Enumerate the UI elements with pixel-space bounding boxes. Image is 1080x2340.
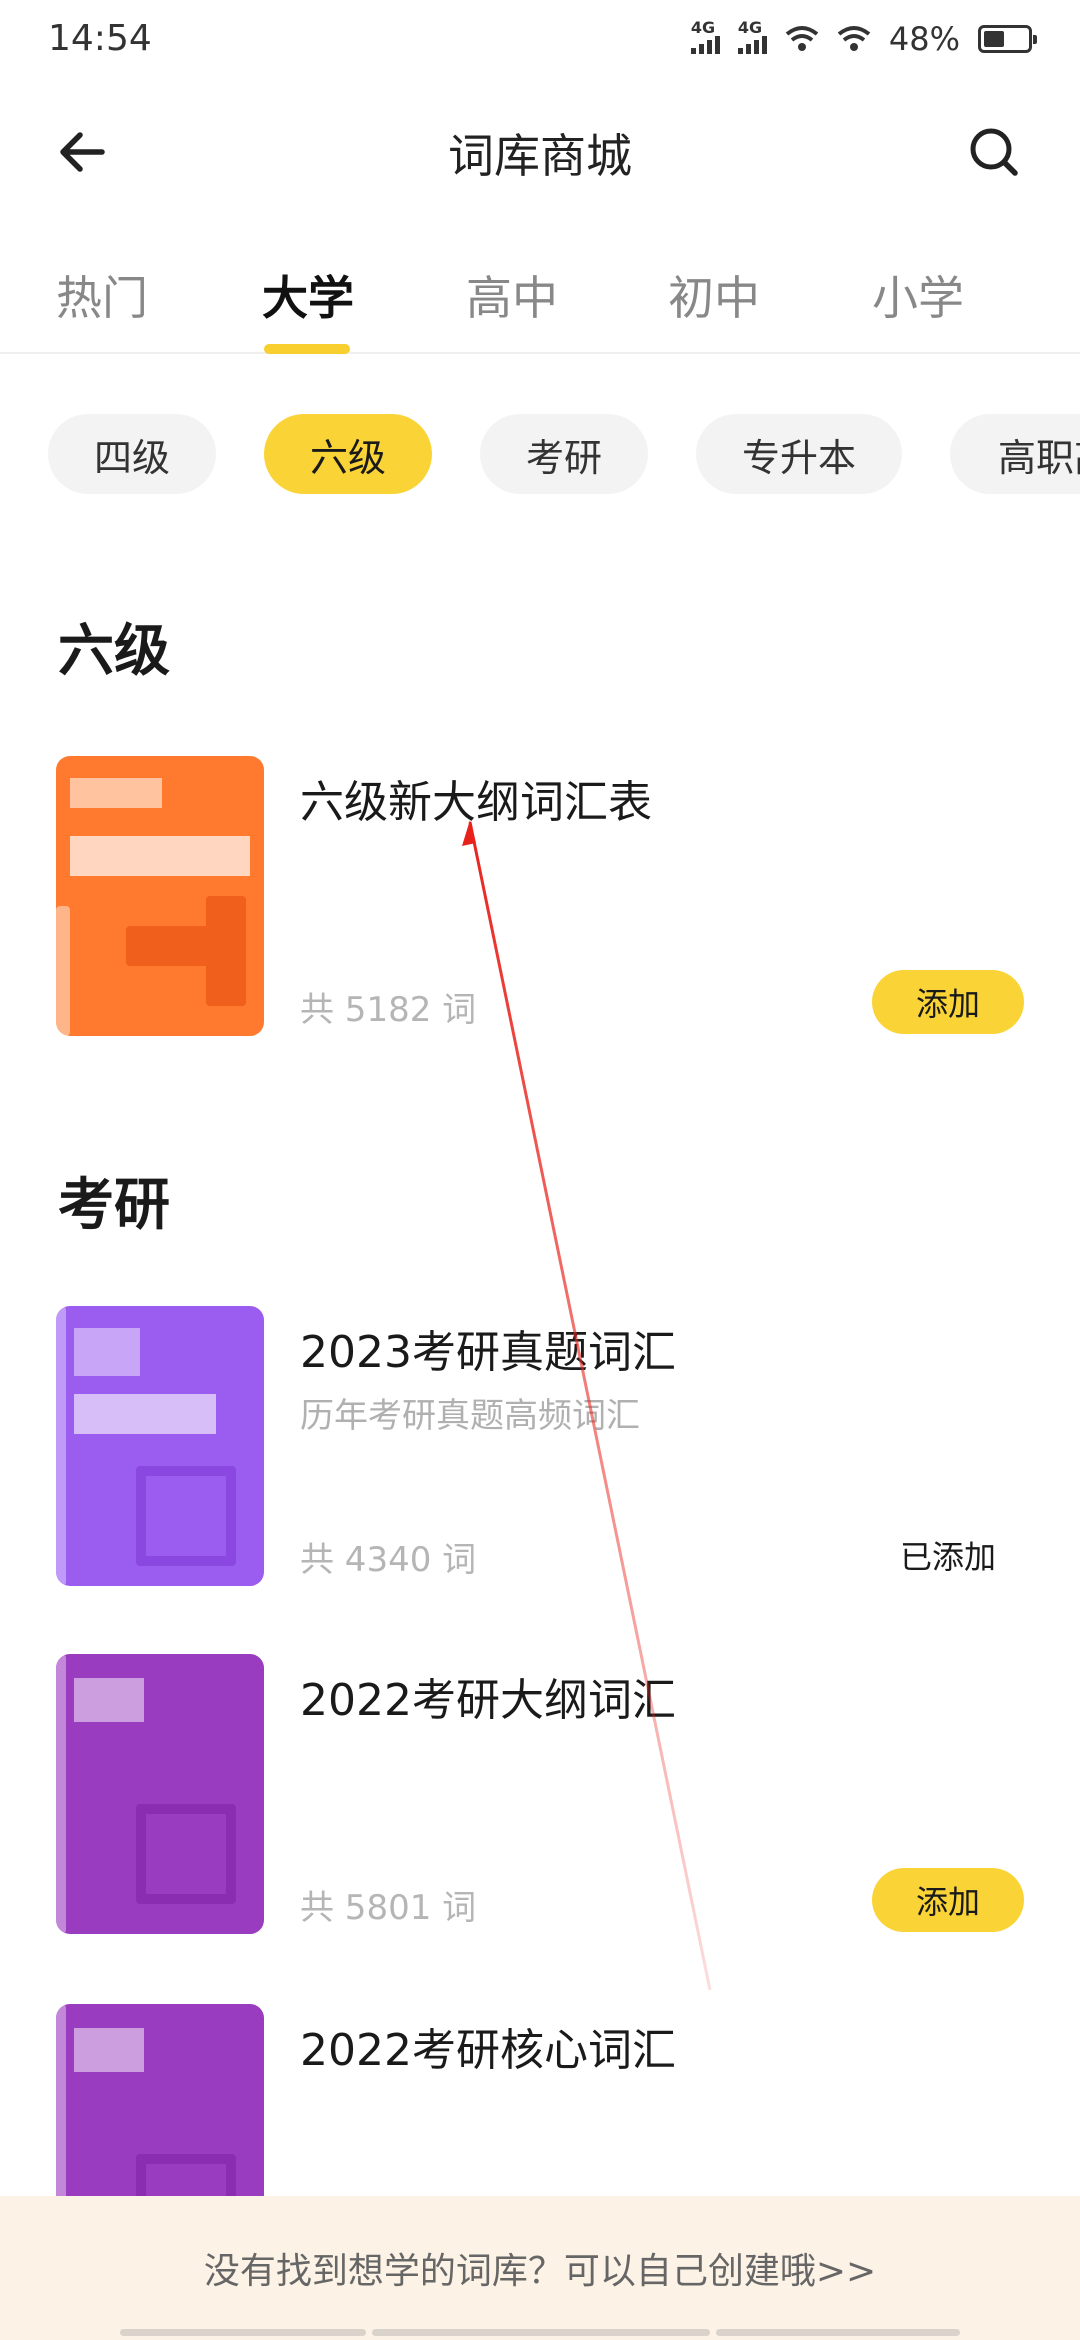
book-cover-image bbox=[56, 756, 264, 1036]
book-item[interactable]: 六级新大纲词汇表 共 5182 词 添加 bbox=[0, 756, 1080, 1036]
tab-primary-school[interactable]: 小学 bbox=[872, 262, 964, 328]
word-count: 共 5801 词 bbox=[300, 1888, 477, 1928]
category-chips: 四级 六级 考研 专升本 高职高专 bbox=[0, 414, 1080, 496]
create-wordbook-link[interactable]: 没有找到想学的词库？可以自己创建哦>> bbox=[0, 2242, 1080, 2294]
status-time: 14:54 bbox=[48, 18, 152, 59]
active-tab-indicator bbox=[264, 344, 350, 354]
battery-icon bbox=[978, 25, 1037, 53]
divider bbox=[716, 2329, 960, 2336]
book-subtitle: 历年考研真题高频词汇 bbox=[300, 1396, 640, 1436]
app-header: 词库商城 bbox=[0, 100, 1080, 200]
add-button[interactable]: 添加 bbox=[872, 1868, 1024, 1932]
added-status: 已添加 bbox=[899, 1538, 996, 1576]
book-item[interactable]: 2023考研真题词汇 历年考研真题高频词汇 共 4340 词 已添加 bbox=[0, 1306, 1080, 1586]
cellular-signal-icon: 4G bbox=[690, 18, 720, 54]
wifi-icon bbox=[785, 26, 819, 51]
word-count: 共 4340 词 bbox=[300, 1540, 477, 1580]
book-cover-image bbox=[56, 2004, 264, 2204]
divider bbox=[372, 2329, 710, 2336]
page-title: 词库商城 bbox=[448, 129, 632, 183]
word-count: 共 5182 词 bbox=[300, 990, 477, 1030]
divider bbox=[120, 2329, 366, 2336]
cellular-signal-icon: 4G bbox=[737, 18, 767, 54]
tab-hot[interactable]: 热门 bbox=[56, 262, 148, 328]
chip-cet6[interactable]: 六级 bbox=[264, 414, 432, 494]
add-button[interactable]: 添加 bbox=[872, 970, 1024, 1034]
tab-university[interactable]: 大学 bbox=[262, 262, 354, 328]
level-tabs: 热门 大学 高中 初中 小学 bbox=[0, 250, 1080, 354]
search-icon[interactable] bbox=[964, 122, 1024, 182]
book-item[interactable]: 2022考研大纲词汇 共 5801 词 添加 bbox=[0, 1654, 1080, 1934]
battery-percent: 48% bbox=[888, 20, 960, 58]
book-title: 六级新大纲词汇表 bbox=[300, 777, 652, 828]
book-title: 2022考研核心词汇 bbox=[300, 2025, 676, 2076]
chip-postgrad[interactable]: 考研 bbox=[480, 414, 648, 494]
section-title-cet6: 六级 bbox=[58, 619, 170, 684]
tab-middle-school[interactable]: 初中 bbox=[668, 262, 760, 328]
chip-cet4[interactable]: 四级 bbox=[48, 414, 216, 494]
book-title: 2022考研大纲词汇 bbox=[300, 1675, 676, 1726]
create-wordbook-banner[interactable]: 没有找到想学的词库？可以自己创建哦>> bbox=[0, 2196, 1080, 2340]
chip-upgrade[interactable]: 专升本 bbox=[696, 414, 902, 494]
section-title-postgrad: 考研 bbox=[58, 1173, 170, 1238]
wifi-icon bbox=[837, 26, 871, 51]
book-cover-image bbox=[56, 1654, 264, 1934]
status-bar: 14:54 4G 4G 48% bbox=[0, 0, 1080, 84]
book-cover-image bbox=[56, 1306, 264, 1586]
book-item[interactable]: 2022考研核心词汇 bbox=[0, 2004, 1080, 2204]
chip-vocational[interactable]: 高职高专 bbox=[950, 414, 1080, 494]
tab-high-school[interactable]: 高中 bbox=[466, 262, 558, 328]
status-icons: 4G 4G 48% bbox=[690, 18, 1037, 58]
book-title: 2023考研真题词汇 bbox=[300, 1327, 676, 1378]
